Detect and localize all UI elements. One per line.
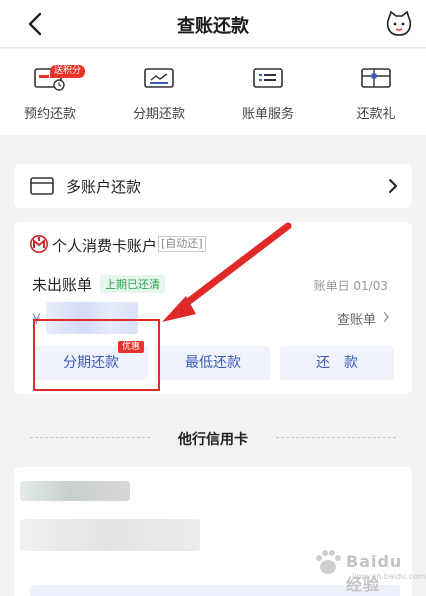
- minimum-repay-button[interactable]: 最低还款: [156, 346, 270, 380]
- blurred-card-info: [20, 519, 200, 551]
- bank-logo-icon: [30, 235, 48, 253]
- quick-actions: 预约还款 送积分 分期还款 账单服务 还款礼: [0, 49, 426, 174]
- auto-repay-tag: [自动还]: [158, 236, 206, 252]
- watermark: Baidu经验 jingyan.baidu.com: [312, 540, 426, 594]
- installment-icon: [144, 68, 174, 88]
- blurred-bank-name: [20, 481, 130, 501]
- bill-day: 账单日 01/03: [313, 279, 388, 293]
- quick-action-repay-gift[interactable]: 还款礼: [326, 65, 426, 122]
- blurred-action-bar: [30, 585, 400, 596]
- quick-action-label: 预约还款: [23, 107, 76, 122]
- quick-action-label: 分期还款: [132, 107, 185, 122]
- account-card: 个人消费卡账户 [自动还] 未出账单 上期已还清 账单日 01/03 ¥ 查账单…: [14, 222, 412, 394]
- chevron-right-icon: [383, 311, 389, 323]
- top-bar: 查账还款: [0, 0, 426, 48]
- currency-symbol: ¥: [32, 312, 41, 328]
- repay-button[interactable]: 还 款: [280, 346, 394, 380]
- bill-service-icon: [253, 68, 283, 88]
- unbilled-label: 未出账单: [32, 276, 93, 294]
- paw-logo-icon: [316, 550, 341, 574]
- other-cards-title: 他行信用卡: [178, 432, 248, 448]
- card-icon: [30, 177, 54, 195]
- quick-action-label: 还款礼: [356, 107, 396, 122]
- blurred-amount: [46, 302, 138, 334]
- status-badge: 上期已还清: [100, 275, 165, 293]
- multi-account-repay-row[interactable]: 多账户还款: [14, 164, 412, 208]
- multi-account-label: 多账户还款: [66, 178, 142, 196]
- repay-label: 还 款: [316, 355, 358, 371]
- view-bill-link[interactable]: 查账单: [337, 309, 376, 328]
- mascot-icon[interactable]: [386, 10, 412, 38]
- section-divider: 他行信用卡: [30, 428, 396, 448]
- minimum-repay-label: 最低还款: [185, 355, 241, 371]
- quick-action-bill-service[interactable]: 账单服务: [218, 65, 318, 122]
- quick-action-installment[interactable]: 分期还款: [109, 65, 209, 122]
- promo-badge: 优惠: [117, 341, 144, 353]
- watermark-subtext: jingyan.baidu.com: [352, 572, 426, 581]
- points-badge: 送积分: [50, 65, 86, 78]
- installment-repay-button[interactable]: 分期还款 优惠: [34, 341, 148, 380]
- chevron-right-icon: [389, 179, 398, 193]
- installment-repay-label: 分期还款: [63, 355, 119, 371]
- quick-action-label: 账单服务: [241, 107, 294, 122]
- page-title: 查账还款: [177, 16, 249, 37]
- account-title: 个人消费卡账户: [52, 237, 158, 255]
- repay-gift-icon: [361, 68, 391, 88]
